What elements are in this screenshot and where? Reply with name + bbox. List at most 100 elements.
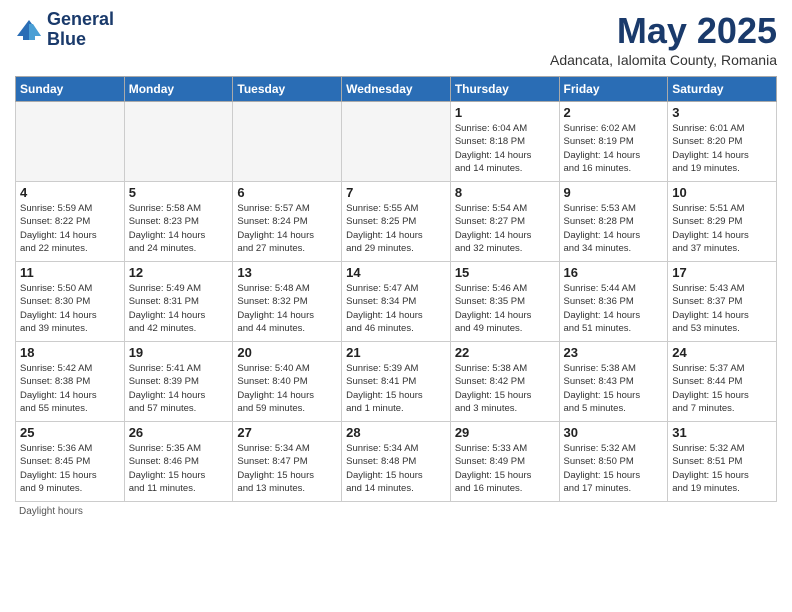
- day-info: Sunrise: 5:49 AM Sunset: 8:31 PM Dayligh…: [129, 282, 229, 335]
- subtitle: Adancata, Ialomita County, Romania: [550, 52, 777, 68]
- day-number: 7: [346, 185, 446, 200]
- logo: General Blue: [15, 10, 114, 50]
- day-info: Sunrise: 5:55 AM Sunset: 8:25 PM Dayligh…: [346, 202, 446, 255]
- day-info: Sunrise: 5:34 AM Sunset: 8:48 PM Dayligh…: [346, 442, 446, 495]
- title-block: May 2025 Adancata, Ialomita County, Roma…: [550, 10, 777, 68]
- calendar-cell: 5 Sunrise: 5:58 AM Sunset: 8:23 PM Daylig…: [124, 182, 233, 262]
- weekday-header: Thursday: [450, 77, 559, 102]
- day-number: 30: [564, 425, 664, 440]
- day-number: 19: [129, 345, 229, 360]
- day-info: Sunrise: 6:01 AM Sunset: 8:20 PM Dayligh…: [672, 122, 772, 175]
- calendar-cell: 12Sunrise: 5:49 AM Sunset: 8:31 PM Dayli…: [124, 262, 233, 342]
- calendar-cell: 9Sunrise: 5:53 AM Sunset: 8:28 PM Daylig…: [559, 182, 668, 262]
- calendar-cell: 3 Sunrise: 6:01 AM Sunset: 8:20 PM Daylig…: [668, 102, 777, 182]
- day-number: 25: [20, 425, 120, 440]
- calendar-cell: [124, 102, 233, 182]
- calendar-cell: 18Sunrise: 5:42 AM Sunset: 8:38 PM Dayli…: [16, 342, 125, 422]
- day-info: Sunrise: 5:51 AM Sunset: 8:29 PM Dayligh…: [672, 202, 772, 255]
- weekday-header: Saturday: [668, 77, 777, 102]
- weekday-header-row: SundayMondayTuesdayWednesdayThursdayFrid…: [16, 77, 777, 102]
- calendar-week-row: 25 Sunrise: 5:36 AM Sunset: 8:45 PM Dayli…: [16, 422, 777, 502]
- day-info: Sunrise: 5:35 AM Sunset: 8:46 PM Dayligh…: [129, 442, 229, 495]
- day-info: Sunrise: 5:47 AM Sunset: 8:34 PM Dayligh…: [346, 282, 446, 335]
- calendar-cell: 2Sunrise: 6:02 AM Sunset: 8:19 PM Daylig…: [559, 102, 668, 182]
- calendar-cell: 13Sunrise: 5:48 AM Sunset: 8:32 PM Dayli…: [233, 262, 342, 342]
- calendar-cell: 25 Sunrise: 5:36 AM Sunset: 8:45 PM Dayli…: [16, 422, 125, 502]
- day-info: Sunrise: 5:54 AM Sunset: 8:27 PM Dayligh…: [455, 202, 555, 255]
- day-number: 15: [455, 265, 555, 280]
- day-info: Sunrise: 5:41 AM Sunset: 8:39 PM Dayligh…: [129, 362, 229, 415]
- day-number: 16: [564, 265, 664, 280]
- calendar-cell: 21 Sunrise: 5:39 AM Sunset: 8:41 PM Dayli…: [342, 342, 451, 422]
- calendar-cell: 31 Sunrise: 5:32 AM Sunset: 8:51 PM Dayli…: [668, 422, 777, 502]
- calendar-cell: 16Sunrise: 5:44 AM Sunset: 8:36 PM Dayli…: [559, 262, 668, 342]
- weekday-header: Friday: [559, 77, 668, 102]
- calendar-cell: 24 Sunrise: 5:37 AM Sunset: 8:44 PM Dayli…: [668, 342, 777, 422]
- day-number: 8: [455, 185, 555, 200]
- day-info: Sunrise: 5:37 AM Sunset: 8:44 PM Dayligh…: [672, 362, 772, 415]
- weekday-header: Monday: [124, 77, 233, 102]
- day-number: 9: [564, 185, 664, 200]
- calendar-week-row: 1 Sunrise: 6:04 AM Sunset: 8:18 PM Daylig…: [16, 102, 777, 182]
- day-info: Sunrise: 5:39 AM Sunset: 8:41 PM Dayligh…: [346, 362, 446, 415]
- weekday-header: Wednesday: [342, 77, 451, 102]
- calendar-cell: 20Sunrise: 5:40 AM Sunset: 8:40 PM Dayli…: [233, 342, 342, 422]
- day-number: 27: [237, 425, 337, 440]
- day-info: Sunrise: 5:34 AM Sunset: 8:47 PM Dayligh…: [237, 442, 337, 495]
- day-number: 4: [20, 185, 120, 200]
- calendar-cell: [233, 102, 342, 182]
- day-info: Sunrise: 5:50 AM Sunset: 8:30 PM Dayligh…: [20, 282, 120, 335]
- day-info: Sunrise: 5:46 AM Sunset: 8:35 PM Dayligh…: [455, 282, 555, 335]
- calendar-cell: 22Sunrise: 5:38 AM Sunset: 8:42 PM Dayli…: [450, 342, 559, 422]
- day-number: 1: [455, 105, 555, 120]
- calendar-week-row: 11Sunrise: 5:50 AM Sunset: 8:30 PM Dayli…: [16, 262, 777, 342]
- day-info: Sunrise: 5:32 AM Sunset: 8:51 PM Dayligh…: [672, 442, 772, 495]
- weekday-header: Tuesday: [233, 77, 342, 102]
- logo-icon: [15, 16, 43, 44]
- day-info: Sunrise: 6:04 AM Sunset: 8:18 PM Dayligh…: [455, 122, 555, 175]
- calendar-cell: 30 Sunrise: 5:32 AM Sunset: 8:50 PM Dayli…: [559, 422, 668, 502]
- day-info: Sunrise: 5:58 AM Sunset: 8:23 PM Dayligh…: [129, 202, 229, 255]
- calendar-cell: 17 Sunrise: 5:43 AM Sunset: 8:37 PM Dayli…: [668, 262, 777, 342]
- calendar-cell: 7 Sunrise: 5:55 AM Sunset: 8:25 PM Daylig…: [342, 182, 451, 262]
- day-info: Sunrise: 5:42 AM Sunset: 8:38 PM Dayligh…: [20, 362, 120, 415]
- calendar: SundayMondayTuesdayWednesdayThursdayFrid…: [15, 76, 777, 502]
- calendar-cell: 6Sunrise: 5:57 AM Sunset: 8:24 PM Daylig…: [233, 182, 342, 262]
- day-number: 31: [672, 425, 772, 440]
- calendar-cell: 27 Sunrise: 5:34 AM Sunset: 8:47 PM Dayli…: [233, 422, 342, 502]
- calendar-cell: 11Sunrise: 5:50 AM Sunset: 8:30 PM Dayli…: [16, 262, 125, 342]
- calendar-cell: 1 Sunrise: 6:04 AM Sunset: 8:18 PM Daylig…: [450, 102, 559, 182]
- footnote: Daylight hours: [15, 506, 777, 517]
- day-number: 2: [564, 105, 664, 120]
- calendar-cell: 14 Sunrise: 5:47 AM Sunset: 8:34 PM Dayli…: [342, 262, 451, 342]
- day-info: Sunrise: 5:43 AM Sunset: 8:37 PM Dayligh…: [672, 282, 772, 335]
- calendar-week-row: 18Sunrise: 5:42 AM Sunset: 8:38 PM Dayli…: [16, 342, 777, 422]
- day-info: Sunrise: 5:36 AM Sunset: 8:45 PM Dayligh…: [20, 442, 120, 495]
- day-number: 29: [455, 425, 555, 440]
- calendar-cell: [16, 102, 125, 182]
- day-info: Sunrise: 5:38 AM Sunset: 8:43 PM Dayligh…: [564, 362, 664, 415]
- day-number: 10: [672, 185, 772, 200]
- day-info: Sunrise: 5:48 AM Sunset: 8:32 PM Dayligh…: [237, 282, 337, 335]
- day-info: Sunrise: 5:33 AM Sunset: 8:49 PM Dayligh…: [455, 442, 555, 495]
- day-info: Sunrise: 5:59 AM Sunset: 8:22 PM Dayligh…: [20, 202, 120, 255]
- day-info: Sunrise: 5:38 AM Sunset: 8:42 PM Dayligh…: [455, 362, 555, 415]
- weekday-header: Sunday: [16, 77, 125, 102]
- calendar-cell: 15 Sunrise: 5:46 AM Sunset: 8:35 PM Dayli…: [450, 262, 559, 342]
- calendar-cell: 10 Sunrise: 5:51 AM Sunset: 8:29 PM Dayli…: [668, 182, 777, 262]
- day-info: Sunrise: 5:57 AM Sunset: 8:24 PM Dayligh…: [237, 202, 337, 255]
- day-number: 14: [346, 265, 446, 280]
- calendar-cell: 19 Sunrise: 5:41 AM Sunset: 8:39 PM Dayli…: [124, 342, 233, 422]
- calendar-cell: 4 Sunrise: 5:59 AM Sunset: 8:22 PM Daylig…: [16, 182, 125, 262]
- day-number: 21: [346, 345, 446, 360]
- day-number: 3: [672, 105, 772, 120]
- day-number: 17: [672, 265, 772, 280]
- day-number: 5: [129, 185, 229, 200]
- day-number: 24: [672, 345, 772, 360]
- day-number: 28: [346, 425, 446, 440]
- page-container: General Blue May 2025 Adancata, Ialomita…: [0, 0, 792, 527]
- day-number: 26: [129, 425, 229, 440]
- day-info: Sunrise: 5:32 AM Sunset: 8:50 PM Dayligh…: [564, 442, 664, 495]
- calendar-week-row: 4 Sunrise: 5:59 AM Sunset: 8:22 PM Daylig…: [16, 182, 777, 262]
- calendar-cell: 28 Sunrise: 5:34 AM Sunset: 8:48 PM Dayli…: [342, 422, 451, 502]
